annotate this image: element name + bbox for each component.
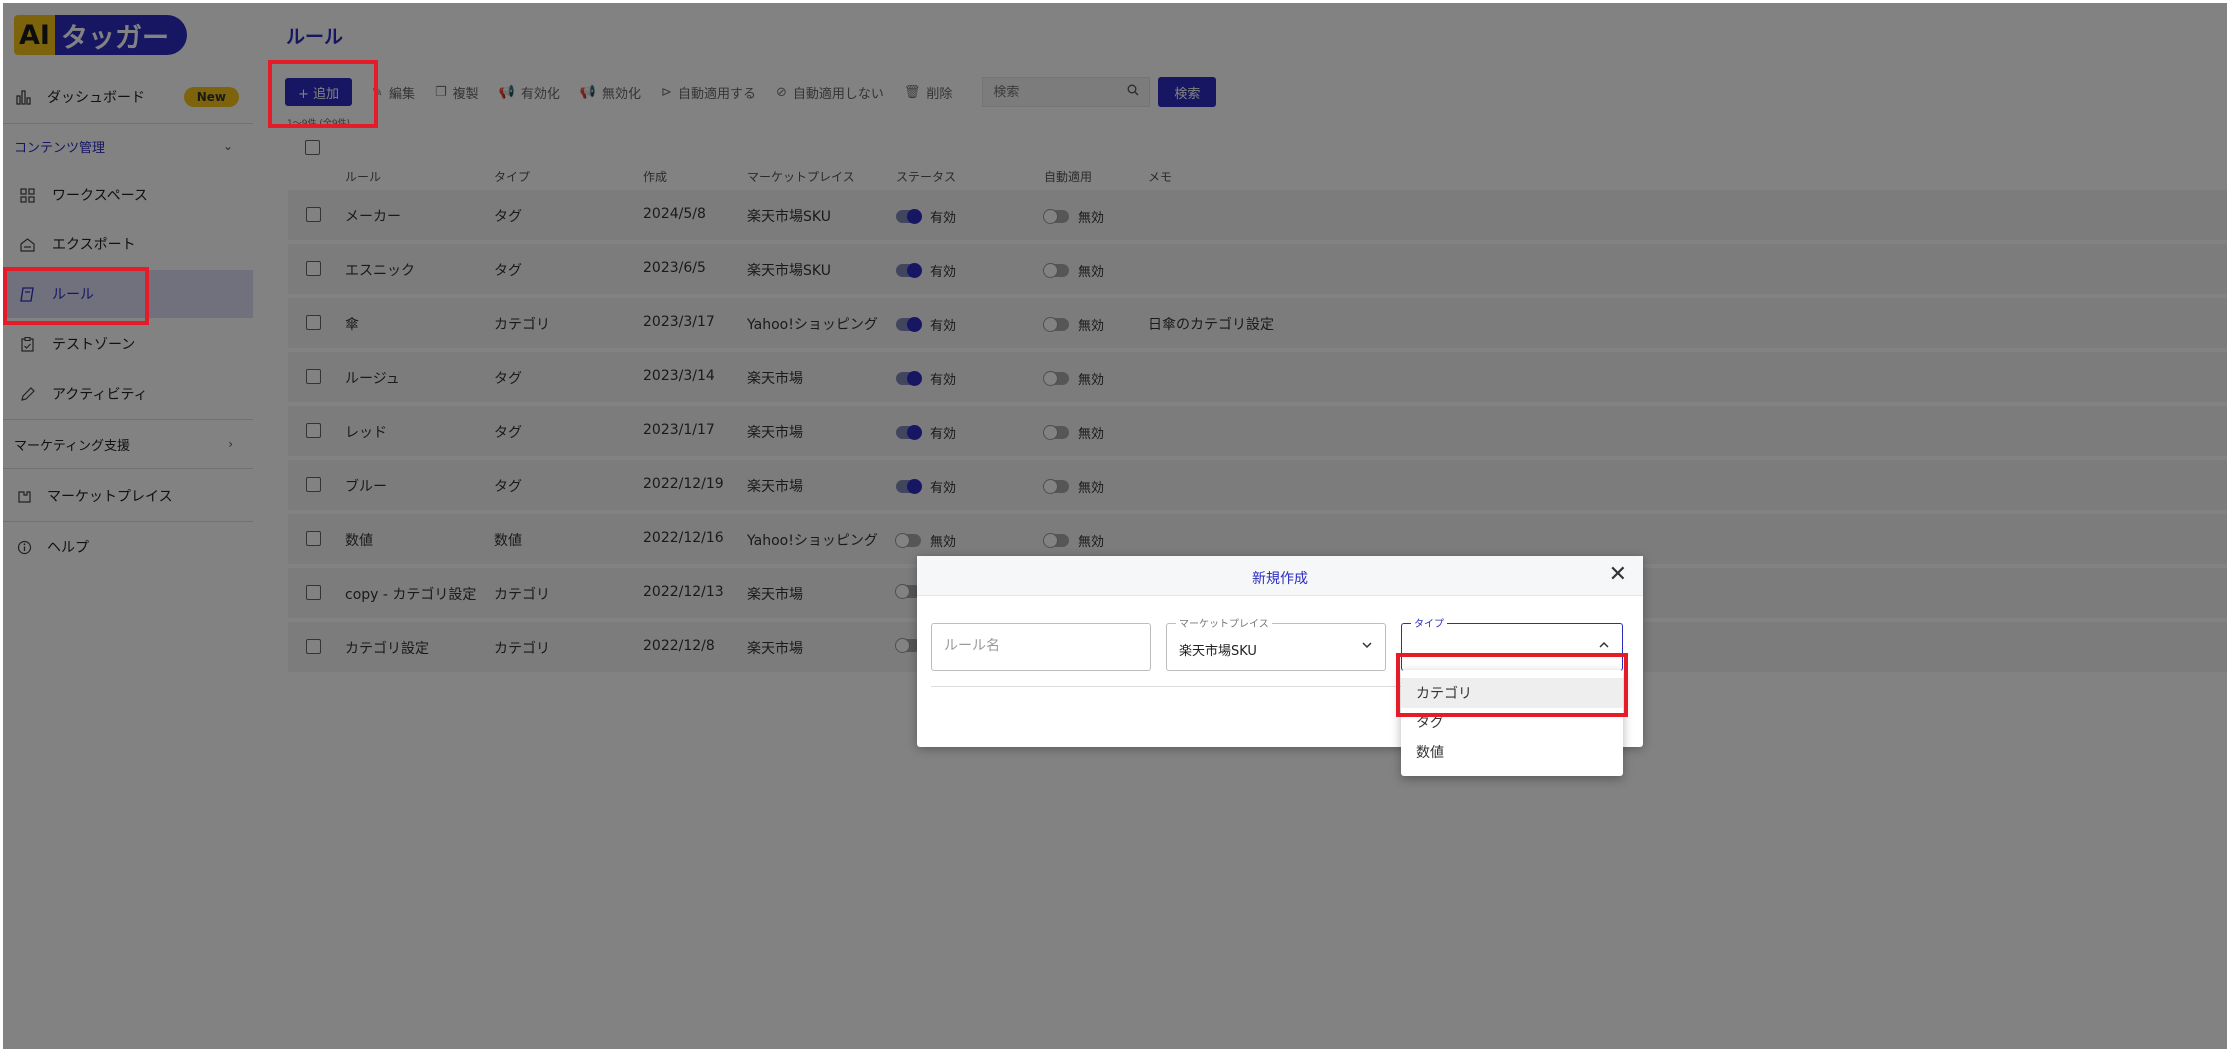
rule-name-field	[931, 623, 1151, 671]
annotation-highlight-add	[268, 60, 378, 128]
dropdown-option-number[interactable]: 数値	[1401, 737, 1623, 767]
rule-name-input[interactable]	[944, 638, 1124, 654]
modal-backdrop[interactable]	[3, 3, 2227, 1049]
field-label: タイプ	[1411, 615, 1447, 630]
close-icon[interactable]: ✕	[1609, 562, 1627, 587]
modal-title: 新規作成	[1252, 571, 1308, 587]
annotation-highlight-category	[1396, 653, 1628, 717]
field-label: マーケットプレイス	[1176, 615, 1272, 630]
chevron-down-icon	[1361, 639, 1373, 654]
marketplace-select[interactable]: マーケットプレイス 楽天市場SKU	[1166, 615, 1386, 671]
chevron-up-icon	[1598, 639, 1610, 654]
annotation-highlight-rule	[3, 267, 149, 325]
marketplace-value: 楽天市場SKU	[1179, 644, 1257, 659]
modal-header: 新規作成 ✕	[917, 556, 1643, 596]
